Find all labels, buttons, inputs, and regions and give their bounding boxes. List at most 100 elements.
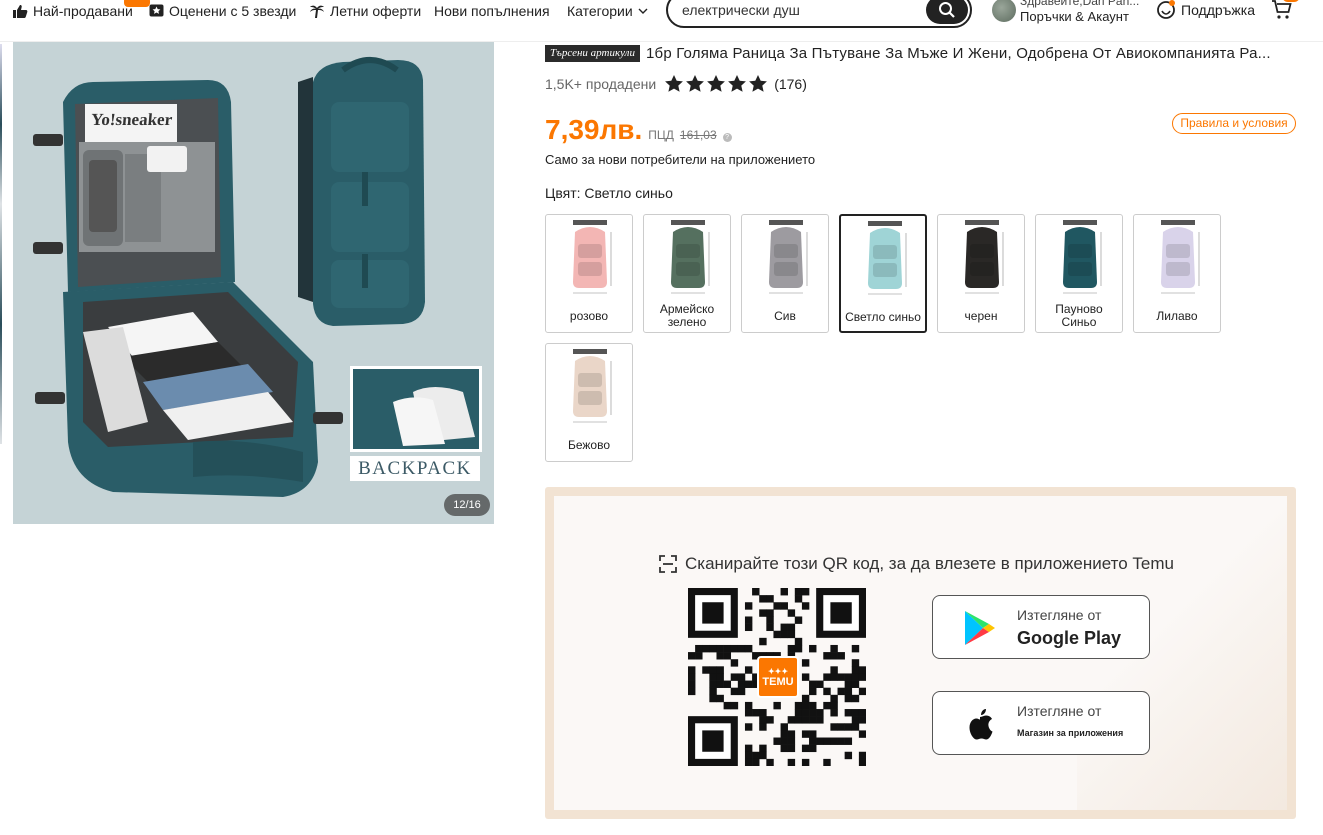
search-button[interactable] <box>926 0 968 24</box>
qr-module <box>844 737 853 745</box>
google-play-button[interactable]: Изтегляне от Google Play <box>932 595 1150 659</box>
avatar <box>992 0 1016 22</box>
qr-module <box>744 616 753 624</box>
color-swatch[interactable]: Лилаво <box>1133 214 1221 333</box>
color-swatch[interactable]: Армейско зелено <box>643 214 731 333</box>
nav-five-star[interactable]: Оценени с 5 звезди <box>149 3 296 19</box>
color-swatch-label: Пауново Синьо <box>1055 302 1103 329</box>
qr-module <box>823 701 831 710</box>
star-icon <box>749 75 768 92</box>
nav-categories[interactable]: Категории <box>567 3 648 19</box>
qr-module <box>794 644 803 653</box>
qr-module <box>858 730 867 738</box>
thumbnail-strip-edge[interactable] <box>0 44 2 444</box>
thumbs-up-icon <box>13 4 28 18</box>
color-swatch[interactable]: Бежово <box>545 343 633 462</box>
qr-module <box>816 716 824 724</box>
qr-module <box>858 716 867 724</box>
qr-module <box>716 680 724 688</box>
google-play-icon <box>965 611 995 645</box>
qr-module <box>759 637 767 646</box>
terms-button[interactable]: Правила и условия <box>1172 113 1296 134</box>
star-rating[interactable] <box>664 74 768 93</box>
app-store-button[interactable]: Изтегляне от Магазин за приложения <box>932 691 1150 755</box>
qr-module <box>794 716 803 724</box>
qr-module <box>688 666 696 674</box>
qr-module <box>830 737 838 745</box>
chevron-down-icon <box>638 8 648 14</box>
qr-module <box>809 730 817 738</box>
qr-module <box>716 694 724 703</box>
swatch-thumbnail <box>769 220 808 294</box>
swatch-thumbnail <box>1063 220 1102 294</box>
product-title: 1бр Голяма Раница За Пътуване За Мъже И … <box>645 45 1271 62</box>
qr-module <box>752 588 760 596</box>
color-swatch[interactable]: Пауново Синьо <box>1035 214 1123 333</box>
swatch-thumbnail <box>868 221 907 295</box>
qr-module <box>780 730 788 738</box>
qr-module <box>809 744 817 753</box>
support-chat-icon <box>1157 0 1175 19</box>
qr-module <box>759 744 767 753</box>
qr-code: ✦✦✦ TEMU <box>688 588 867 767</box>
qr-module <box>844 687 853 696</box>
support-link[interactable]: Поддръжка <box>1156 0 1255 20</box>
qr-module <box>709 673 717 681</box>
qr-module <box>780 602 788 610</box>
app-store-line2: Магазин за приложения <box>1017 728 1124 738</box>
rrp-price: 161,03 <box>679 128 717 142</box>
qr-module <box>858 687 867 696</box>
nav-bestsellers[interactable]: Най-продавани <box>12 0 150 19</box>
qr-module <box>794 588 803 596</box>
qr-module <box>766 623 774 632</box>
price-row: 7,39лв. ПЦД 161,03 ? <box>545 114 732 146</box>
review-count[interactable]: (176) <box>774 76 807 92</box>
qr-module <box>787 609 796 617</box>
cart-button[interactable]: 24 <box>1270 0 1301 27</box>
google-play-line1: Изтегляне от <box>1017 607 1102 623</box>
scan-icon <box>659 555 677 573</box>
qr-module <box>809 644 817 653</box>
qr-module <box>709 666 717 674</box>
nav-summer-label: Летни оферти <box>330 3 422 19</box>
nav-summer-deals[interactable]: Летни оферти <box>309 3 421 19</box>
color-swatch[interactable]: розово <box>545 214 633 333</box>
qr-module <box>837 652 845 660</box>
color-swatch-label: Сив <box>774 308 796 323</box>
nav-new-arrivals[interactable]: Нови попълнения <box>434 3 550 19</box>
app-download-panel: Сканирайте този QR код, за да влезете в … <box>545 487 1296 819</box>
qr-module <box>780 623 788 632</box>
qr-module <box>709 694 717 703</box>
qr-module <box>851 659 860 667</box>
qr-module <box>787 737 796 745</box>
product-main-image[interactable]: Yo!sneaker <box>13 42 494 524</box>
qr-module <box>851 673 860 681</box>
qr-module <box>851 716 860 724</box>
orders-account-label: Поръчки & Акаунт <box>1020 9 1129 24</box>
greeting-text: Здравейте,Dari Pan... <box>1020 0 1140 8</box>
qr-module <box>688 652 696 660</box>
qr-module <box>794 637 803 646</box>
color-swatch-label: розово <box>569 308 609 323</box>
qr-module <box>773 602 781 610</box>
qr-module <box>830 723 838 731</box>
info-icon[interactable]: ? <box>722 133 732 142</box>
qr-module <box>723 644 732 653</box>
qr-module <box>730 701 739 710</box>
qr-module <box>823 687 831 696</box>
qr-module <box>801 744 810 753</box>
qr-module <box>844 751 853 760</box>
qr-module <box>709 687 717 696</box>
qr-module <box>801 716 810 724</box>
color-swatch[interactable]: Светло синьо <box>839 214 927 333</box>
color-swatch[interactable]: черен <box>937 214 1025 333</box>
swatch-thumbnail <box>573 220 612 294</box>
qr-module <box>744 644 753 653</box>
search-input[interactable] <box>682 0 922 20</box>
color-swatch[interactable]: Сив <box>741 214 829 333</box>
search-bar <box>666 0 972 28</box>
qr-module <box>688 673 696 681</box>
qr-module <box>816 680 824 688</box>
qr-module <box>773 701 781 710</box>
qr-module <box>737 687 746 696</box>
